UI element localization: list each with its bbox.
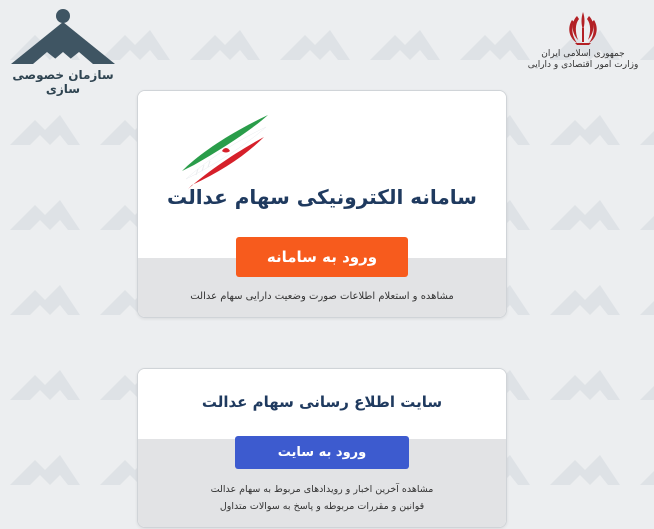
- info-site-card: سایت اطلاع رسانی سهام عدالت ورود به سایت…: [137, 368, 507, 528]
- enter-system-button[interactable]: ورود به سامانه: [236, 237, 408, 277]
- gov-ministry-name: وزارت امور اقتصادی و دارایی: [527, 60, 639, 70]
- system-card-description: مشاهده و استعلام اطلاعات صورت وضعیت دارا…: [190, 291, 454, 302]
- iran-flag-swoosh-icon: [182, 115, 268, 189]
- info-site-description-line2: قوانین و مقررات مربوطه و پاسخ به سوالات …: [219, 501, 425, 512]
- privatization-org-logo-icon: [11, 9, 115, 64]
- org-name: سازمان خصوصی سازی: [12, 68, 114, 96]
- system-card-title: سامانه الکترونیکی سهام عدالت: [167, 185, 477, 209]
- government-branding: جمهوری اسلامی ایران وزارت امور اقتصادی و…: [518, 10, 648, 70]
- system-card: سامانه الکترونیکی سهام عدالت ورود به سام…: [137, 90, 507, 318]
- org-branding: سازمان خصوصی سازی: [4, 8, 122, 96]
- info-site-card-header: سایت اطلاع رسانی سهام عدالت: [138, 369, 506, 439]
- system-card-header: سامانه الکترونیکی سهام عدالت: [138, 91, 506, 258]
- info-site-card-title: سایت اطلاع رسانی سهام عدالت: [201, 393, 443, 411]
- info-site-description-line1: مشاهده آخرین اخبار و رویدادهای مربوط به …: [210, 484, 434, 495]
- iran-emblem-icon: [569, 12, 597, 45]
- gov-country-name: جمهوری اسلامی ایران: [541, 49, 625, 59]
- enter-site-button[interactable]: ورود به سایت: [235, 436, 409, 469]
